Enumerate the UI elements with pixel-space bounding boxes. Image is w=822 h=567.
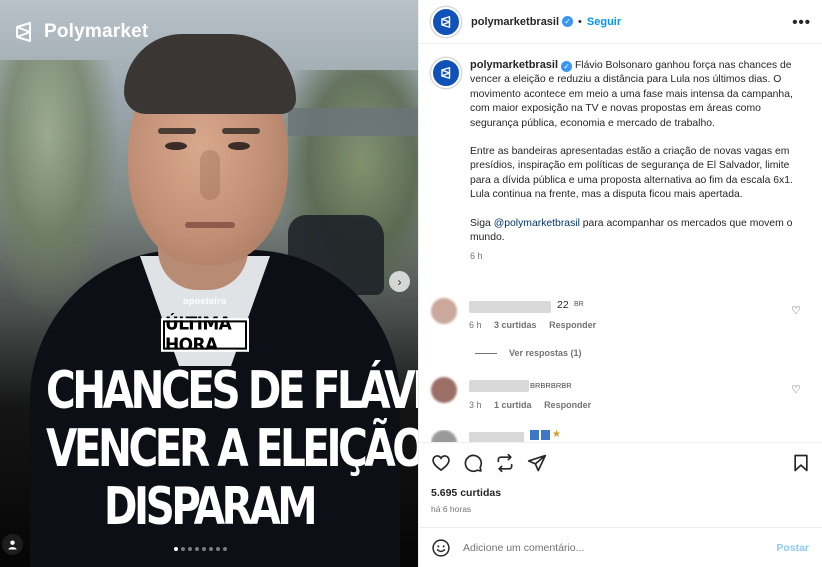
emoji-smiley-icon[interactable]	[431, 538, 451, 558]
polymarket-icon	[441, 67, 451, 79]
instagram-post-window: Polymarket opoeteiro ÚLTIMA HORA CHANCES…	[0, 0, 822, 567]
comment-text: BRBRBRBR	[530, 381, 572, 390]
comment-time: 3 h	[469, 400, 482, 410]
follow-button[interactable]: Seguir	[587, 16, 621, 28]
caption-paragraph-2: Entre as bandeiras apresentadas estão a …	[470, 146, 793, 201]
comment-text: 22	[557, 299, 569, 311]
carousel-indicator	[174, 547, 227, 551]
br-flag-icon: BR	[574, 301, 584, 308]
next-slide-button[interactable]: ›	[389, 271, 410, 292]
person-eye-left	[165, 142, 187, 150]
view-replies[interactable]: Ver respostas (1)	[475, 348, 582, 358]
headline: CHANCES DE FLÁVIO VENCER A ELEIÇÃO DISPA…	[0, 362, 418, 536]
person-eye-right	[228, 142, 250, 150]
person-mouth	[185, 222, 235, 228]
caption-username[interactable]: polymarketbrasil	[470, 59, 558, 71]
more-options-icon[interactable]: •••	[792, 14, 811, 31]
breaking-news-badge: ÚLTIMA HORA	[161, 314, 249, 356]
reply-button[interactable]: Responder	[549, 320, 596, 330]
caption-paragraph-1: polymarketbrasil ✓ Flávio Bolsonaro ganho…	[470, 58, 800, 131]
comment-input[interactable]	[463, 541, 763, 554]
mention-link[interactable]: @polymarketbrasil	[494, 218, 580, 229]
emoji-icon	[541, 430, 550, 440]
comment-likes[interactable]: 1 curtida	[494, 400, 532, 410]
caption-text: polymarketbrasil ✓ Flávio Bolsonaro ganho…	[470, 58, 800, 264]
polymarket-wordmark: Polymarket	[44, 21, 149, 42]
caption-timestamp: 6 h	[470, 251, 483, 262]
commenter-avatar[interactable]	[431, 377, 457, 403]
tagged-users-button[interactable]	[2, 534, 23, 555]
carousel-dot	[188, 547, 192, 551]
post-details-panel: polymarketbrasil ✓ • Seguir ••• polymark…	[418, 0, 822, 567]
post-header: polymarketbrasil ✓ • Seguir •••	[419, 0, 822, 44]
comment-likes[interactable]: 3 curtidas	[494, 320, 537, 330]
headline-line-2: VENCER A ELEIÇÃO	[45, 419, 418, 479]
verified-badge-icon: ✓	[561, 61, 573, 72]
comment-bubble-icon[interactable]	[463, 453, 483, 473]
action-icons	[431, 453, 547, 473]
post-caption: polymarketbrasil ✓ Flávio Bolsonaro ganho…	[431, 58, 811, 264]
post-timestamp: há 6 horas	[431, 504, 472, 514]
person-hair	[124, 34, 296, 114]
post-image[interactable]: Polymarket opoeteiro ÚLTIMA HORA CHANCES…	[0, 0, 418, 567]
carousel-dot	[181, 547, 185, 551]
verified-badge-icon: ✓	[562, 16, 574, 27]
carousel-dot	[216, 547, 220, 551]
polymarket-logo: Polymarket	[12, 20, 148, 44]
like-comment-heart-icon[interactable]: ♡	[791, 383, 801, 396]
background-building	[288, 108, 418, 136]
star-icon: ★	[552, 430, 561, 440]
avatar[interactable]	[431, 6, 461, 37]
carousel-dot	[174, 547, 178, 551]
likes-count[interactable]: 5.695 curtidas	[431, 487, 501, 499]
reply-button[interactable]: Responder	[544, 400, 591, 410]
polymarket-icon	[16, 22, 31, 42]
headline-line-1: CHANCES DE FLÁVIO	[45, 361, 418, 421]
comment-composer: Postar	[419, 527, 822, 567]
share-paper-plane-icon[interactable]	[527, 453, 547, 473]
carousel-dot	[223, 547, 227, 551]
like-comment-heart-icon[interactable]: ♡	[791, 304, 801, 317]
emoji-icon	[530, 430, 539, 440]
comment-time: 6 h	[469, 320, 482, 330]
separator-dot: •	[578, 15, 582, 28]
polymarket-icon	[441, 15, 451, 28]
view-replies-label[interactable]: Ver respostas (1)	[509, 348, 582, 358]
commenter-name-redacted	[469, 432, 524, 442]
like-heart-icon[interactable]	[431, 453, 451, 473]
carousel-dot	[202, 547, 206, 551]
caption-p3-prefix: Siga	[470, 217, 494, 229]
caption-avatar[interactable]	[431, 58, 461, 88]
post-comment-button[interactable]: Postar	[776, 542, 809, 554]
repost-icon[interactable]	[495, 453, 515, 473]
caption-paragraph-3: Siga @polymarketbrasil para acompanhar o…	[470, 217, 800, 246]
bookmark-icon	[794, 454, 808, 472]
comment-meta: 6 h 3 curtidas Responder	[469, 320, 596, 330]
user-icon	[8, 540, 17, 550]
replies-line	[475, 352, 497, 354]
commenter-name-redacted	[469, 301, 551, 313]
carousel-dot	[209, 547, 213, 551]
carousel-dot	[195, 547, 199, 551]
photo-credit: opoeteiro	[183, 296, 227, 306]
person-brow-left	[158, 128, 196, 134]
comment-meta: 3 h 1 curtida Responder	[469, 400, 591, 410]
headline-line-3: DISPARAM	[103, 477, 318, 537]
commenter-name-redacted	[469, 380, 529, 392]
commenter-avatar[interactable]	[431, 298, 457, 324]
comment-item-partial: ★	[431, 430, 811, 442]
person-nose	[200, 150, 220, 200]
save-button[interactable]	[791, 453, 811, 478]
header-username[interactable]: polymarketbrasil	[471, 16, 559, 28]
person-brow-right	[222, 128, 260, 134]
commenter-avatar[interactable]	[431, 430, 457, 442]
chevron-right-icon: ›	[397, 274, 402, 289]
